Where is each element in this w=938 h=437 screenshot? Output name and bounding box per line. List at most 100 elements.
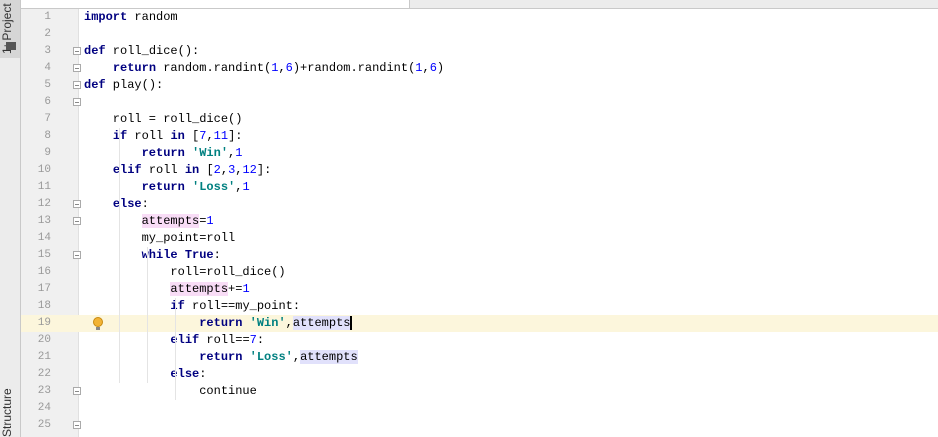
code-line[interactable]: 7 roll = roll_dice() — [21, 111, 938, 128]
code-text: continue — [84, 383, 257, 400]
fold-marker-icon[interactable] — [73, 200, 81, 208]
structure-tool-tab[interactable]: Structure — [0, 388, 20, 437]
code-token: attempts — [300, 350, 358, 364]
fold-marker-icon[interactable] — [73, 47, 81, 55]
code-line[interactable]: 19 return 'Win',attempts — [21, 315, 938, 332]
code-text: elif roll in [2,3,12]: — [84, 162, 271, 179]
line-number: 19 — [37, 317, 51, 329]
line-number: 5 — [44, 79, 51, 91]
code-line[interactable]: 17 attempts+=1 — [21, 281, 938, 298]
code-line[interactable]: 16 roll=roll_dice() — [21, 264, 938, 281]
line-number: 18 — [37, 300, 51, 312]
code-token: return — [112, 61, 157, 75]
code-token: random — [127, 10, 178, 24]
code-token: : — [256, 333, 265, 347]
tool-window-strip: 1: Project Structure — [0, 0, 21, 437]
code-token: attempts — [292, 316, 353, 330]
code-token: , — [206, 129, 214, 143]
fold-marker-icon[interactable] — [73, 387, 81, 395]
line-number: 23 — [37, 385, 51, 397]
code-line[interactable]: 9 return 'Win',1 — [21, 145, 938, 162]
code-token: , — [285, 316, 293, 330]
code-line[interactable]: 10 elif roll in [2,3,12]: — [21, 162, 938, 179]
code-line[interactable]: 20 elif roll==7: — [21, 332, 938, 349]
editor-tab-bar — [21, 0, 938, 9]
code-token: [ — [184, 129, 200, 143]
code-token: play(): — [105, 78, 164, 92]
code-token: roll== — [199, 333, 250, 347]
code-token: 6 — [429, 61, 437, 75]
code-token: random.randint( — [156, 61, 272, 75]
code-token: 11 — [213, 129, 229, 143]
code-token: , — [422, 61, 430, 75]
code-text: my_point=roll — [84, 230, 236, 247]
code-editor[interactable]: 1 import random 2 3 def roll_dice(): 4 return… — [21, 9, 938, 437]
code-line[interactable]: 18 if roll==my_point: — [21, 298, 938, 315]
code-line[interactable]: 1 import random — [21, 9, 938, 26]
line-number: 7 — [44, 113, 51, 125]
indent-guide — [119, 128, 120, 383]
code-line[interactable]: 25 — [21, 417, 938, 434]
code-token: )+random.randint( — [292, 61, 416, 75]
code-line[interactable]: 24 — [21, 400, 938, 417]
code-token: return — [141, 146, 185, 160]
code-token: : — [213, 248, 221, 262]
code-token: attempts — [141, 214, 200, 228]
code-token: 1 — [242, 282, 250, 296]
code-token: if — [112, 129, 128, 143]
line-number: 10 — [37, 164, 51, 176]
fold-marker-icon[interactable] — [73, 217, 81, 225]
code-line[interactable]: 23 continue — [21, 383, 938, 400]
fold-marker-icon[interactable] — [73, 64, 81, 72]
code-text: return 'Win',attempts — [84, 315, 353, 332]
code-line[interactable]: 21 return 'Loss',attempts — [21, 349, 938, 366]
fold-marker-icon[interactable] — [73, 421, 81, 429]
code-line[interactable]: 3 def roll_dice(): — [21, 43, 938, 60]
code-text: while True: — [84, 247, 221, 264]
fold-marker-icon[interactable] — [73, 98, 81, 106]
line-number: 14 — [37, 232, 51, 244]
code-token: += — [228, 282, 243, 296]
code-line[interactable]: 11 return 'Loss',1 — [21, 179, 938, 196]
indent-guide — [175, 298, 176, 332]
code-token: 'Loss' — [192, 180, 236, 194]
line-number: 9 — [44, 147, 51, 159]
code-line[interactable]: 22 else: — [21, 366, 938, 383]
code-line[interactable]: 4 return random.randint(1,6)+random.rand… — [21, 60, 938, 77]
code-text: attempts=1 — [84, 213, 214, 230]
line-number: 20 — [37, 334, 51, 346]
code-line[interactable]: 12 else: — [21, 196, 938, 213]
code-line[interactable]: 13 attempts=1 — [21, 213, 938, 230]
fold-marker-icon[interactable] — [73, 81, 81, 89]
line-number: 22 — [37, 368, 51, 380]
indent-guide — [147, 247, 148, 383]
code-token: 'Loss' — [249, 350, 293, 364]
code-token: roll_dice(): — [105, 44, 200, 58]
line-number: 21 — [37, 351, 51, 363]
code-line[interactable]: 15 while True: — [21, 247, 938, 264]
code-token: roll=roll_dice() — [84, 265, 286, 279]
code-line[interactable]: 8 if roll in [7,11]: — [21, 128, 938, 145]
code-line[interactable]: 2 — [21, 26, 938, 43]
code-token: 2 — [213, 163, 221, 177]
code-token: 7 — [249, 333, 257, 347]
code-token: in — [170, 129, 185, 143]
code-token: def — [84, 78, 106, 92]
code-token: else — [112, 197, 142, 211]
code-token: roll — [127, 129, 171, 143]
line-number: 25 — [37, 419, 51, 431]
file-tab[interactable] — [21, 0, 410, 8]
fold-marker-icon[interactable] — [73, 251, 81, 259]
code-line[interactable]: 6 — [21, 94, 938, 111]
code-line[interactable]: 5 def play(): — [21, 77, 938, 94]
code-line[interactable]: 14 my_point=roll — [21, 230, 938, 247]
code-token: : — [141, 197, 149, 211]
